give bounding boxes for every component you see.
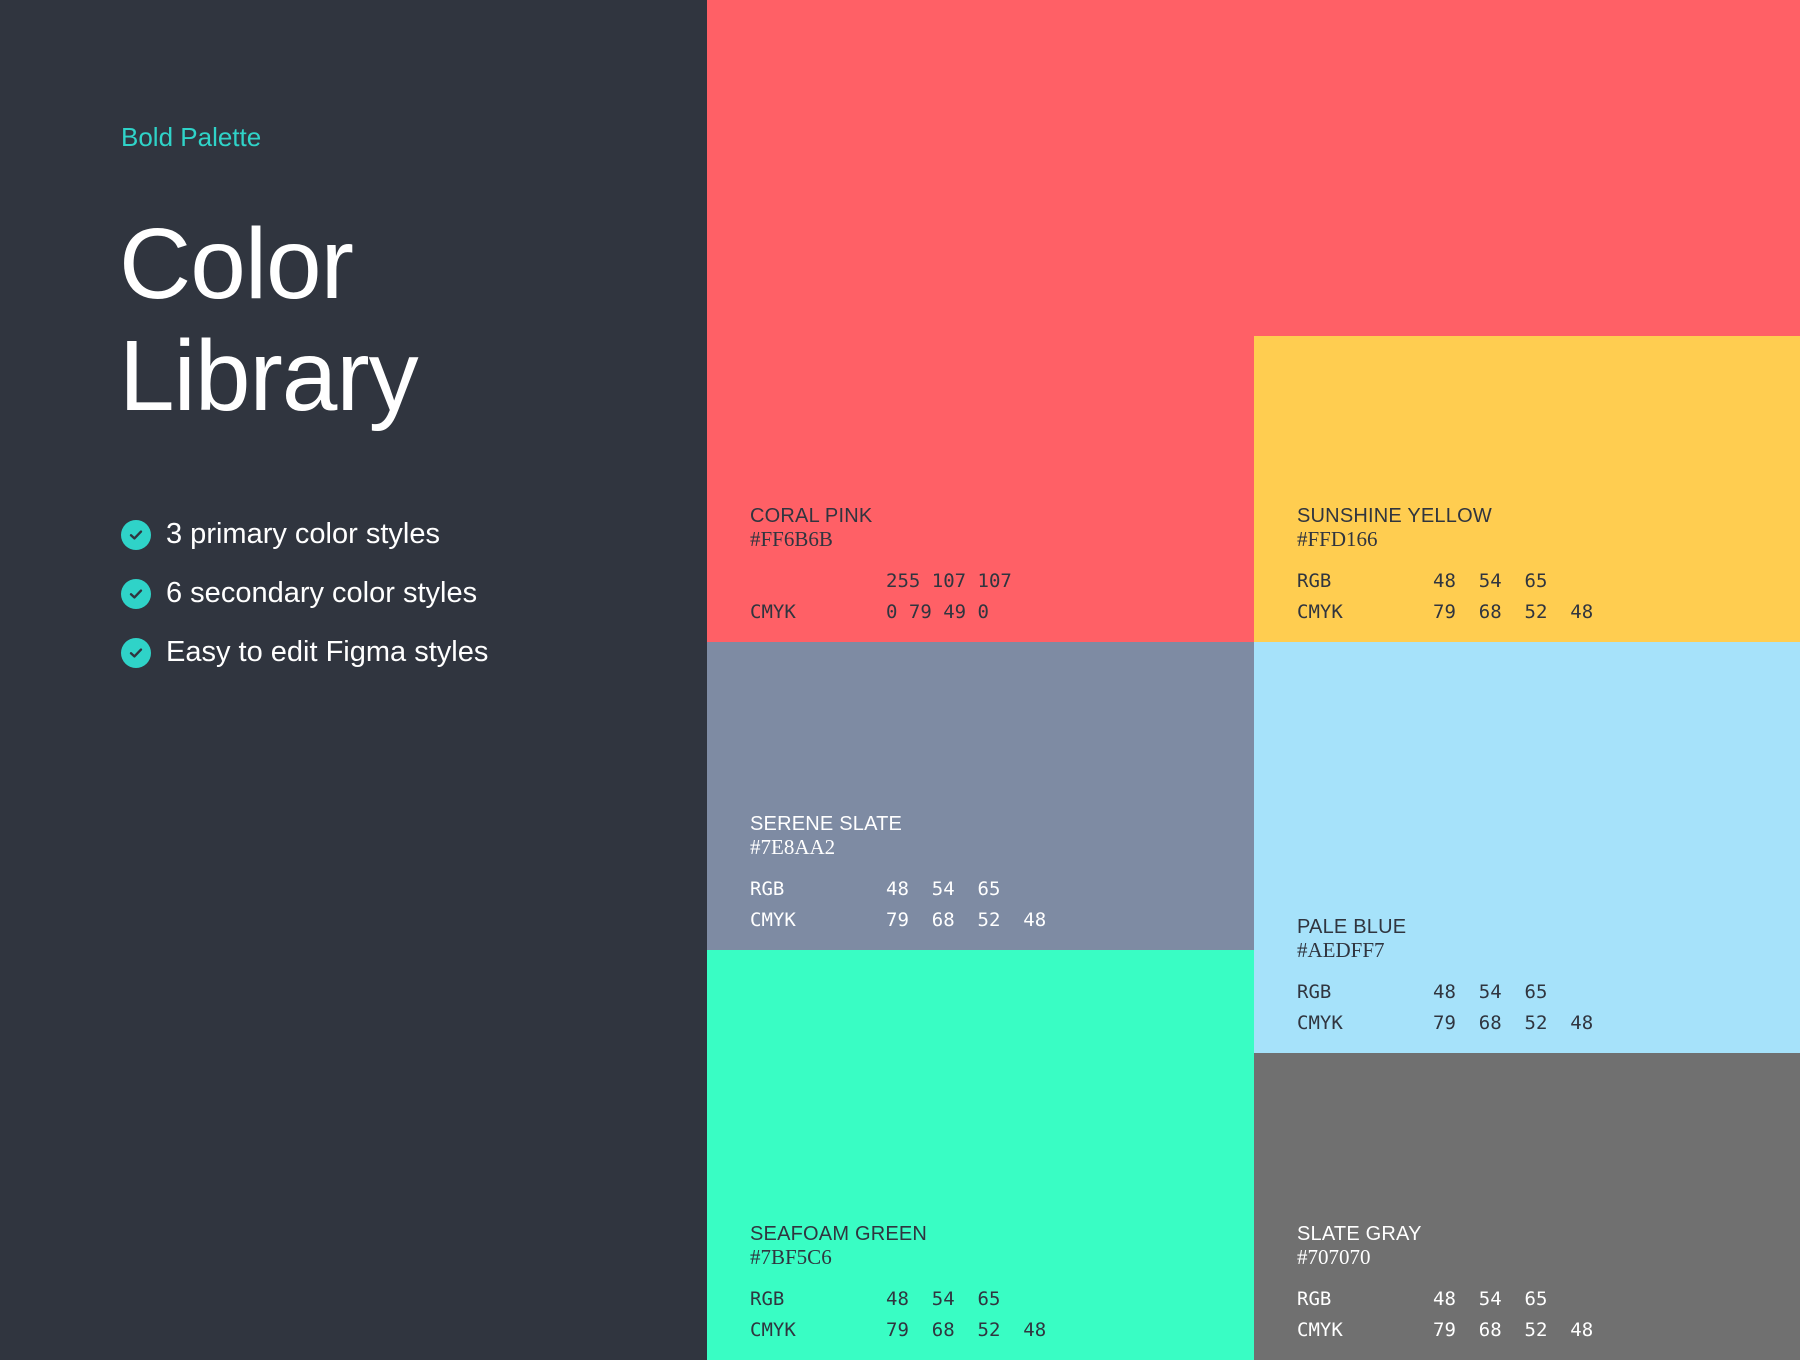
swatch-hex: #707070 [1297,1245,1371,1269]
swatch-name: SUNSHINE YELLOW [1297,505,1492,527]
feature-label: 6 secondary color styles [166,577,478,609]
swatch-rgb-row: RGB 48 54 65 [1297,977,1593,1008]
feature-item: 3 primary color styles [121,505,488,564]
swatch-rgb-row: 255 107 107 [750,566,1012,597]
swatch-rgb-row: RGB 48 54 65 [1297,566,1593,597]
cmyk-label: CMYK [1297,601,1343,623]
swatch-info: SEAFOAM GREEN #7BF5C6 RGB 48 54 65 CMYK … [750,1223,1046,1346]
swatch-serene-slate[interactable]: SERENE SLATE #7E8AA2 RGB 48 54 65 CMYK 7… [707,642,1254,950]
cmyk-value: 79 68 52 48 [1433,1319,1594,1341]
swatch-hex: #7E8AA2 [750,835,836,859]
title-line-1: Color [119,208,354,320]
swatch-cmyk-row: CMYK 79 68 52 48 [1297,597,1593,628]
rgb-value: 255 107 107 [886,570,1012,592]
feature-item: 6 secondary color styles [121,564,488,623]
rgb-label: RGB [750,1288,785,1310]
swatch-sunshine-yellow[interactable]: SUNSHINE YELLOW #FFD166 RGB 48 54 65 CMY… [1254,336,1800,642]
swatch-name: CORAL PINK [750,505,873,527]
rgb-label [750,566,886,597]
feature-item: Easy to edit Figma styles [121,623,488,682]
check-circle-icon [121,578,151,609]
rgb-value: 48 54 65 [1433,981,1548,1003]
swatch-info: SLATE GRAY #707070 RGB 48 54 65 CMYK 79 … [1297,1223,1593,1346]
cmyk-label: CMYK [750,1319,796,1341]
cmyk-label: CMYK [750,601,796,623]
swatch-cmyk-row: CMYK 79 68 52 48 [750,1315,1046,1346]
swatch-slate-gray[interactable]: SLATE GRAY #707070 RGB 48 54 65 CMYK 79 … [1254,1053,1800,1360]
rgb-value: 48 54 65 [1433,570,1548,592]
title-line-2: Library [119,320,419,432]
rgb-value: 48 54 65 [1433,1288,1548,1310]
cmyk-label: CMYK [1297,1319,1343,1341]
cmyk-value: 79 68 52 48 [886,909,1047,931]
swatch-cmyk-row: CMYK 79 68 52 48 [1297,1315,1593,1346]
feature-label: Easy to edit Figma styles [166,636,489,668]
swatch-info: CORAL PINK #FF6B6B 255 107 107 CMYK 0 79… [750,505,1012,628]
swatch-rgb-row: RGB 48 54 65 [1297,1284,1593,1315]
swatch-hex: #AEDFF7 [1297,938,1385,962]
cmyk-label: CMYK [750,909,796,931]
rgb-value: 48 54 65 [886,1288,1001,1310]
swatch-name: SEAFOAM GREEN [750,1223,928,1245]
check-circle-icon [121,519,151,550]
swatch-pale-blue[interactable]: PALE BLUE #AEDFF7 RGB 48 54 65 CMYK 79 6… [1254,642,1800,1053]
swatch-info: PALE BLUE #AEDFF7 RGB 48 54 65 CMYK 79 6… [1297,916,1593,1039]
rgb-label: RGB [1297,981,1332,1003]
rgb-value: 48 54 65 [886,878,1001,900]
swatch-cmyk-row: CMYK 79 68 52 48 [750,905,1046,936]
cmyk-value: 79 68 52 48 [1433,601,1594,623]
swatch-rgb-row: RGB 48 54 65 [750,1284,1046,1315]
rgb-label: RGB [1297,570,1332,592]
swatch-rgb-row: RGB 48 54 65 [750,874,1046,905]
sidebar-panel: Bold Palette Color Library 3 primary col… [0,0,707,1360]
page-title: Color Library [119,208,419,432]
cmyk-value: 79 68 52 48 [1433,1012,1594,1034]
swatch-name: PALE BLUE [1297,916,1407,938]
swatch-name: SLATE GRAY [1297,1223,1422,1245]
swatch-cmyk-row: CMYK 79 68 52 48 [1297,1008,1593,1039]
eyebrow-label: Bold Palette [121,122,262,152]
swatch-name: SERENE SLATE [750,813,903,835]
cmyk-value: 0 79 49 0 [886,601,989,623]
swatch-info: SERENE SLATE #7E8AA2 RGB 48 54 65 CMYK 7… [750,813,1046,936]
cmyk-label: CMYK [1297,1012,1343,1034]
rgb-label: RGB [750,878,785,900]
cmyk-value: 79 68 52 48 [886,1319,1047,1341]
swatch-hex: #FF6B6B [750,527,833,551]
swatch-cmyk-row: CMYK 0 79 49 0 [750,597,1012,628]
feature-list: 3 primary color styles 6 secondary color… [121,505,488,682]
feature-label: 3 primary color styles [166,518,440,550]
rgb-label: RGB [1297,1288,1332,1310]
swatch-hex: #FFD166 [1297,527,1378,551]
check-circle-icon [121,637,151,668]
swatch-hex: #7BF5C6 [750,1245,832,1269]
swatch-seafoam-green[interactable]: SEAFOAM GREEN #7BF5C6 RGB 48 54 65 CMYK … [707,950,1254,1360]
swatch-info: SUNSHINE YELLOW #FFD166 RGB 48 54 65 CMY… [1297,505,1593,628]
